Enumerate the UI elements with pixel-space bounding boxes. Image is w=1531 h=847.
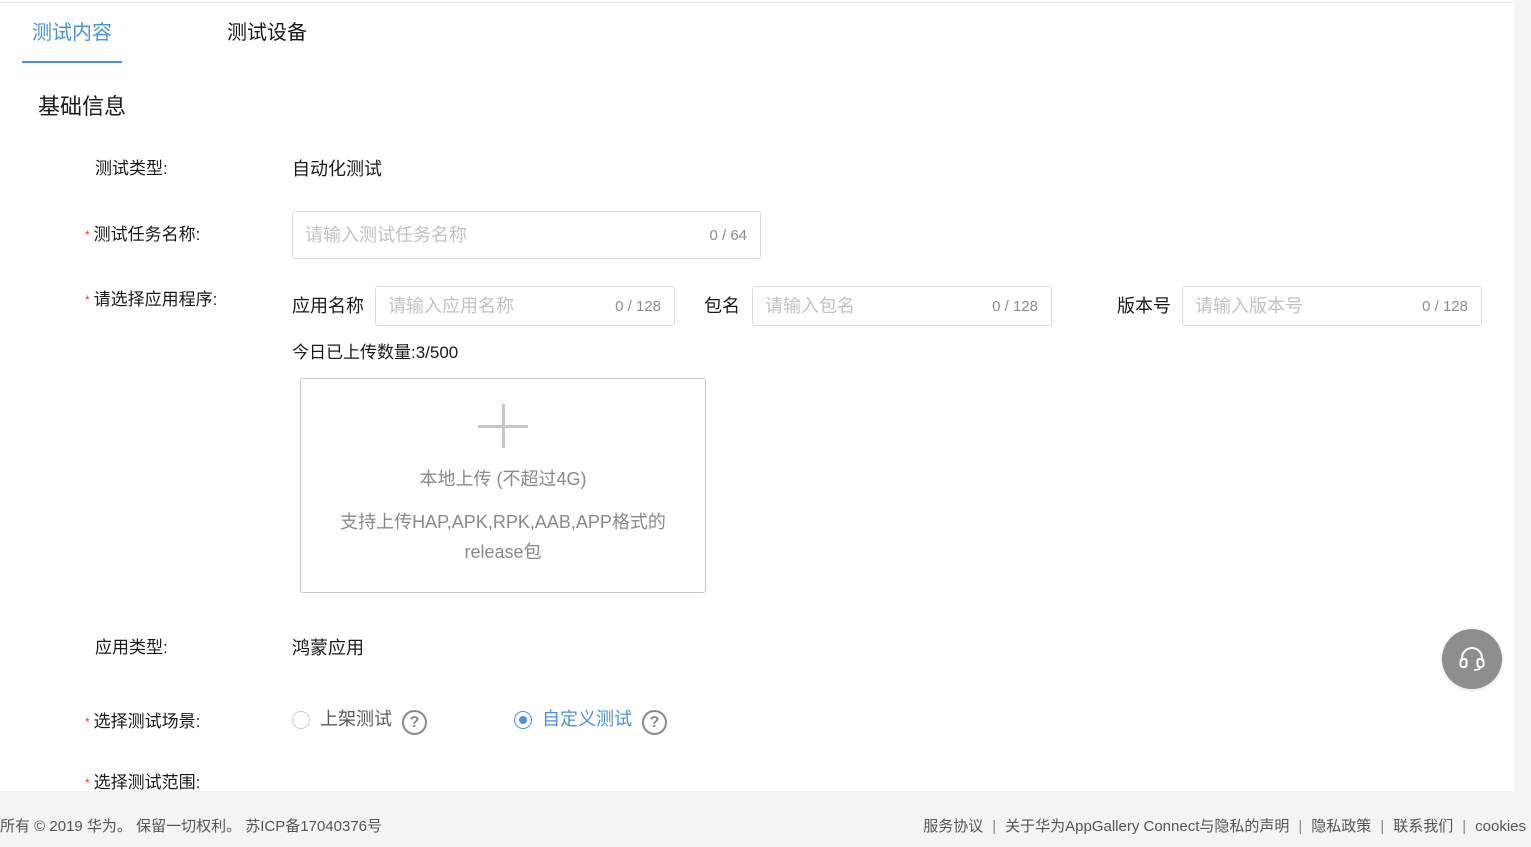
app-name-field[interactable]: 0 / 128: [375, 286, 675, 326]
task-name-label: * 测试任务名称:: [85, 223, 201, 248]
customer-support-button[interactable]: [1442, 629, 1502, 689]
footer-separator: |: [1380, 818, 1385, 835]
task-name-field[interactable]: 0 / 64: [292, 211, 761, 259]
footer-separator: |: [992, 818, 997, 835]
package-input[interactable]: [765, 287, 974, 325]
app-name-input[interactable]: [388, 287, 597, 325]
radio-release-test-label[interactable]: 上架测试: [320, 707, 392, 731]
version-input[interactable]: [1195, 287, 1404, 325]
app-type-label: 应用类型:: [95, 638, 168, 657]
active-tab-underline: [22, 61, 122, 63]
top-divider: [0, 2, 1514, 3]
scenario-label: * 选择测试场景:: [85, 710, 201, 735]
required-mark: *: [85, 776, 90, 790]
footer-link-cookies[interactable]: cookies: [1475, 817, 1526, 837]
upload-main-text: 本地上传 (不超过4G): [419, 469, 587, 489]
footer-copyright: 版权所有 © 2019 华为。 保留一切权利。 苏ICP备17040376号: [0, 818, 383, 835]
version-label: 版本号: [1117, 296, 1171, 316]
footer-link-contact[interactable]: 联系我们: [1393, 817, 1453, 837]
app-name-counter: 0 / 128: [615, 297, 661, 315]
test-type-value: 自动化测试: [292, 159, 382, 179]
tab-test-content[interactable]: 测试内容: [32, 18, 112, 48]
app-select-label: * 请选择应用程序:: [85, 288, 218, 313]
section-title: 基础信息: [38, 94, 127, 119]
scenario-label-text: 选择测试场景:: [93, 712, 201, 731]
required-mark: *: [85, 228, 90, 242]
app-type-value: 鸿蒙应用: [292, 638, 364, 658]
radio-custom-test[interactable]: [514, 711, 532, 729]
app-name-label: 应用名称: [292, 296, 364, 316]
radio-custom-test-label[interactable]: 自定义测试: [542, 707, 632, 731]
footer-link-terms[interactable]: 服务协议: [923, 817, 983, 837]
app-select-label-text: 请选择应用程序:: [93, 290, 218, 309]
footer-separator: |: [1462, 818, 1467, 835]
local-upload-area[interactable]: 本地上传 (不超过4G) 支持上传HAP,APK,RPK,AAB,APP格式的r…: [300, 378, 706, 593]
task-name-input[interactable]: [305, 212, 632, 258]
tab-test-device[interactable]: 测试设备: [227, 18, 307, 48]
radio-release-test[interactable]: [292, 711, 310, 729]
plus-icon: [478, 404, 528, 448]
footer-link-privacy-policy[interactable]: 隐私政策: [1311, 817, 1371, 837]
package-field[interactable]: 0 / 128: [752, 286, 1052, 326]
required-mark: *: [85, 715, 90, 729]
package-counter: 0 / 128: [992, 297, 1038, 315]
task-name-counter: 0 / 64: [709, 226, 747, 244]
footer-links: 服务协议 | 关于华为AppGallery Connect与隐私的声明 | 隐私…: [923, 817, 1526, 837]
task-name-label-text: 测试任务名称:: [93, 225, 201, 244]
footer-separator: |: [1298, 818, 1303, 835]
test-type-label: 测试类型:: [95, 159, 168, 178]
package-label: 包名: [704, 296, 740, 316]
right-scroll-rail: [1514, 0, 1531, 791]
scope-label-text: 选择测试范围:: [93, 773, 201, 792]
version-field[interactable]: 0 / 128: [1182, 286, 1482, 326]
help-icon[interactable]: ?: [642, 710, 667, 735]
required-mark: *: [85, 293, 90, 307]
footer: 版权所有 © 2019 华为。 保留一切权利。 苏ICP备17040376号 服…: [0, 791, 1531, 847]
help-icon[interactable]: ?: [402, 710, 427, 735]
footer-link-about-privacy[interactable]: 关于华为AppGallery Connect与隐私的声明: [1005, 817, 1289, 837]
upload-count-text: 今日已上传数量:3/500: [292, 343, 459, 362]
version-counter: 0 / 128: [1422, 297, 1468, 315]
upload-format-hint: 支持上传HAP,APK,RPK,AAB,APP格式的release包: [340, 512, 666, 562]
headset-icon: [1459, 647, 1485, 671]
